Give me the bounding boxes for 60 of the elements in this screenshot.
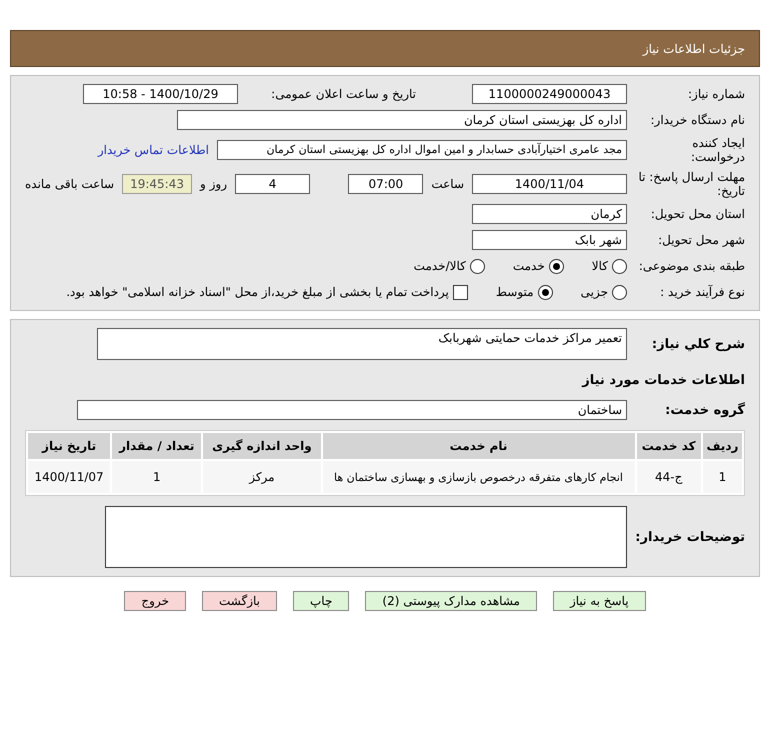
column-header: نام خدمت xyxy=(322,433,634,459)
radio-label: کالا/خدمت xyxy=(414,259,466,273)
field-label: نام دستگاه خریدار: xyxy=(650,113,745,127)
action-button[interactable]: بازگشت xyxy=(202,591,277,611)
radio-button[interactable] xyxy=(612,284,627,300)
radio-label: خدمت xyxy=(512,259,545,273)
summary-field: تعمیر مراکز خدمات حمایتی شهربابک xyxy=(97,328,627,360)
province-field: کرمان xyxy=(472,204,627,224)
section-title: اطلاعات خدمات مورد نیاز xyxy=(582,372,745,388)
action-button[interactable]: پاسخ به نیاز xyxy=(552,591,646,611)
creator-field: مجد عامری اختیارآبادی حسابدار و امین اموال اداره کل بهزیستی استان کرمان xyxy=(217,140,627,160)
field-label: ایجاد کننده درخواست: xyxy=(690,136,745,164)
table-cell: 1400/11/07 xyxy=(28,461,110,493)
deadline-date-field: 1400/11/04 xyxy=(472,174,627,194)
action-button[interactable]: خروج xyxy=(124,591,186,611)
table-cell: مرکز xyxy=(203,461,320,493)
column-header: تعداد / مقدار xyxy=(112,433,202,459)
field-label: روز و xyxy=(200,177,228,191)
radio-button[interactable] xyxy=(470,258,485,274)
checkbox-label: پرداخت تمام یا بخشی از مبلغ خرید،از محل "اسناد خزانه اسلامی" خواهد بود. xyxy=(66,285,449,299)
checkbox[interactable] xyxy=(452,284,468,300)
field-label: شماره نیاز: xyxy=(687,87,745,101)
radio-label: جزیی xyxy=(580,285,608,299)
action-button[interactable]: چاپ xyxy=(293,591,350,611)
radio-button[interactable] xyxy=(548,258,564,274)
column-header: تاریخ نیاز xyxy=(28,433,110,459)
field-label: تاریخ و ساعت اعلان عمومی: xyxy=(270,87,416,101)
days-field: 4 xyxy=(235,174,310,194)
field-label: شهر محل تحویل: xyxy=(657,233,745,247)
table-cell: 1 xyxy=(112,461,202,493)
table-cell: انجام کارهای متفرقه درخصوص بازسازی و بهسازی ساختمان ها xyxy=(322,461,634,493)
buyer-field: اداره کل بهزیستی استان کرمان xyxy=(177,110,627,130)
radio-label: کالا xyxy=(592,259,608,273)
buyer-contact-link[interactable]: اطلاعات تماس خریدار xyxy=(98,143,209,157)
service-group-field: ساختمان xyxy=(77,400,627,420)
table-cell: 1 xyxy=(702,461,742,493)
column-header: کد خدمت xyxy=(636,433,701,459)
field-label: استان محل تحویل: xyxy=(650,207,745,221)
field-label: ساعت باقی مانده xyxy=(25,177,114,191)
radio-label: متوسط xyxy=(496,285,534,299)
announce-date-field: 1400/10/29 - 10:58 xyxy=(83,84,238,104)
field-label: شرح کلي نياز: xyxy=(650,336,745,352)
radio-button[interactable] xyxy=(538,284,553,300)
field-label: طبقه بندی موضوعی: xyxy=(638,259,745,273)
page-title: جزئیات اطلاعات نیاز xyxy=(642,42,745,56)
remaining-time-field: 19:45:43 xyxy=(122,174,192,194)
action-button[interactable]: مشاهده مدارک پیوستی (2) xyxy=(365,591,537,611)
field-label: توضیحات خریدار: xyxy=(635,530,745,544)
city-field: شهر بابک xyxy=(472,230,627,250)
column-header: ردیف xyxy=(702,433,742,459)
field-label: ساعت xyxy=(431,177,464,191)
need-number-field: 1100000249000043 xyxy=(472,84,627,104)
table-cell: ج-44 xyxy=(636,461,701,493)
field-label: مهلت ارسال پاسخ: تا تاریخ: xyxy=(637,170,745,198)
deadline-time-field: 07:00 xyxy=(348,174,424,194)
column-header: واحد اندازه گیری xyxy=(203,433,320,459)
field-label: گروه خدمت: xyxy=(664,402,745,418)
field-label: نوع فرآیند خرید : xyxy=(659,285,745,299)
buyer-notes-field[interactable] xyxy=(105,506,627,568)
radio-button[interactable] xyxy=(612,258,627,274)
